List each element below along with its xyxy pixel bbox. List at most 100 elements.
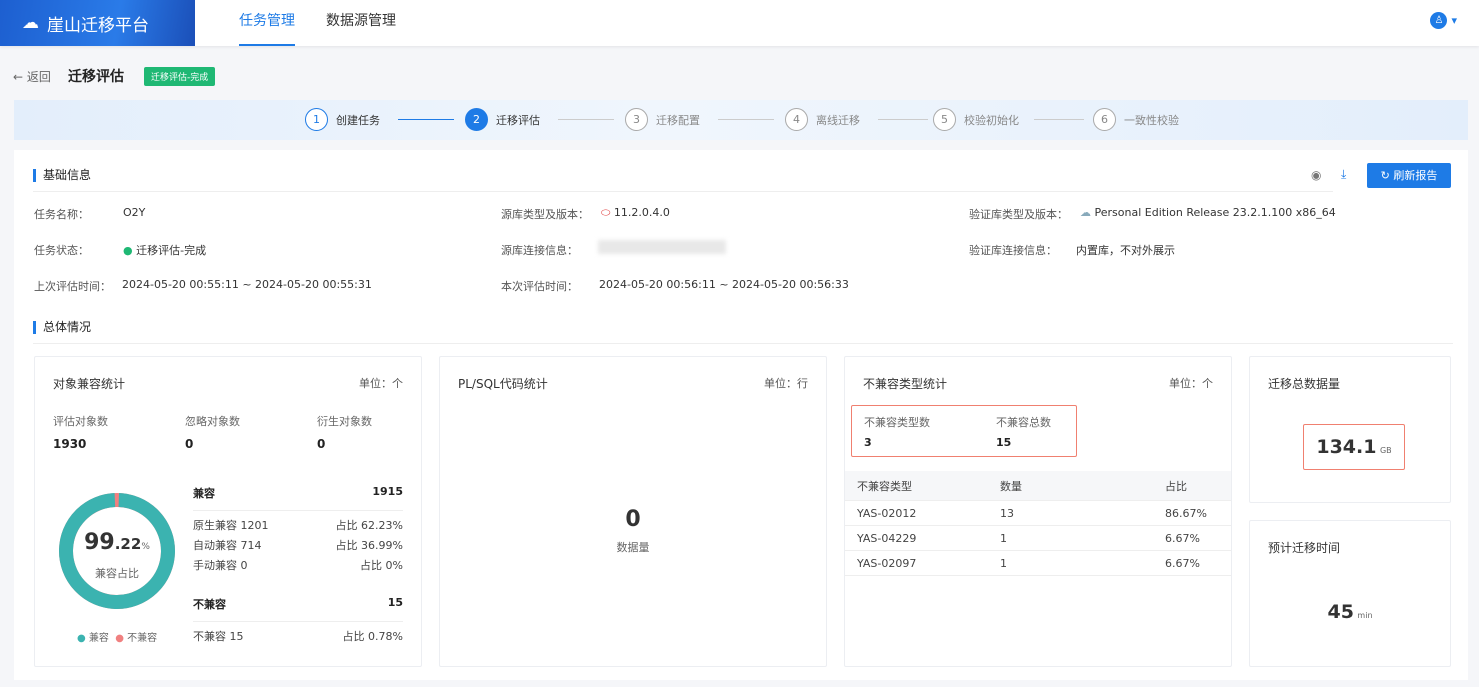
row-value: 占比 36.99% — [335, 539, 403, 552]
status-badge: 迁移评估-完成 — [144, 67, 216, 86]
row-label: 手动兼容 0 — [193, 559, 248, 572]
field-label: 任务名称： — [34, 208, 89, 221]
oracle-icon: ⬭ — [601, 206, 614, 219]
step-connector — [558, 119, 614, 120]
row-value: 1915 — [372, 485, 403, 498]
unit-label: 单位：个 — [359, 377, 403, 390]
time-unit: min — [1357, 611, 1373, 620]
source-version-value: ⬭ 11.2.0.4.0 — [601, 206, 670, 219]
table-row: YAS-02097 1 6.67% — [845, 551, 1231, 576]
legend-incompat: 不兼容 — [127, 633, 158, 644]
stat-label: 不兼容类型数 — [864, 416, 930, 429]
object-compat-card: 对象兼容统计 单位：个 评估对象数 1930 忽略对象数 0 衍生对象数 0 9… — [34, 356, 422, 667]
card-title: 不兼容类型统计 — [863, 377, 948, 391]
user-menu[interactable]: ♙ ▾ — [1430, 12, 1457, 29]
step-1: 1 创建任务 — [305, 108, 380, 131]
pct-int: 99 — [84, 530, 115, 555]
field-label: 本次评估时间： — [501, 280, 578, 293]
stat-value: 3 — [864, 436, 872, 449]
divider — [33, 343, 1453, 344]
brand-logo[interactable]: ☁ 崖山迁移平台 — [0, 0, 195, 46]
field-label: 源库类型及版本： — [501, 208, 589, 221]
compat-total-row: 兼容 1915 — [193, 485, 403, 511]
card-title: 迁移总数据量 — [1268, 377, 1341, 391]
cell: YAS-02097 — [857, 556, 917, 570]
card-title: PL/SQL代码统计 — [458, 377, 548, 391]
task-status-value: ● 迁移评估-完成 — [123, 244, 207, 257]
cell: 1 — [1000, 556, 1007, 570]
field-label: 验证库类型及版本： — [969, 208, 1068, 221]
row-label: 不兼容 15 — [193, 630, 244, 643]
caret-down-icon: ▾ — [1451, 14, 1457, 27]
pct-unit: % — [141, 542, 150, 552]
source-connection-value-blurred — [598, 240, 726, 254]
stat-label: 衍生对象数 — [317, 415, 372, 428]
step-bar: 1 创建任务 2 迁移评估 3 迁移配置 4 离线迁移 5 校验初始化 6 一致性校验 — [14, 100, 1468, 140]
refresh-icon: ↻ — [1380, 169, 1394, 182]
row-label: 自动兼容 714 — [193, 539, 262, 552]
stat-value: 1930 — [53, 437, 87, 451]
page-title: 迁移评估 — [68, 69, 124, 85]
card-title: 对象兼容统计 — [53, 377, 126, 391]
row-label: 兼容 — [193, 487, 215, 500]
plsql-card: PL/SQL代码统计 单位：行 0 数据量 — [439, 356, 827, 667]
back-link[interactable]: ← 返回 — [13, 68, 51, 85]
field-label: 验证库连接信息： — [969, 244, 1057, 257]
pct-dec: .22 — [114, 535, 142, 553]
size-unit: GB — [1379, 446, 1392, 455]
download-icon[interactable]: ⤓ — [1341, 167, 1346, 182]
row-value: 占比 0.78% — [342, 630, 403, 643]
unit-label: 单位：行 — [764, 377, 808, 390]
col-header: 占比 — [1165, 479, 1187, 493]
size-number: 134.1 — [1316, 436, 1377, 458]
step-connector — [718, 119, 774, 120]
legend-dot-incompat: ● — [115, 633, 128, 644]
row-value: 15 — [387, 596, 403, 609]
legend-compat: 兼容 — [88, 633, 109, 644]
incompat-type-card: 不兼容类型统计 单位：个 不兼容类型数 3 不兼容总数 15 不兼容类型 数量 占比… — [844, 356, 1232, 667]
step-connector — [398, 119, 454, 120]
donut-center-value: 99.22% — [57, 530, 177, 555]
refresh-report-button[interactable]: ↻ 刷新报告 — [1367, 163, 1451, 188]
step-4: 4 离线迁移 — [785, 108, 860, 131]
step-6: 6 一致性校验 — [1093, 108, 1179, 131]
nav-datasource-management[interactable]: 数据源管理 — [326, 0, 396, 46]
eye-icon[interactable]: ◉ — [1311, 168, 1321, 182]
cell: 13 — [1000, 506, 1014, 520]
time-number: 45 — [1327, 601, 1354, 623]
table-row: YAS-04229 1 6.67% — [845, 526, 1231, 551]
migration-time-value: 45 min — [1250, 601, 1450, 623]
cell: 6.67% — [1165, 531, 1200, 545]
current-eval-time: 2024-05-20 00:56:11 ~ 2024-05-20 00:56:3… — [599, 278, 849, 291]
compat-row: 自动兼容 714 占比 36.99% — [193, 537, 403, 553]
step-3: 3 迁移配置 — [625, 108, 700, 131]
incompat-summary-box: 不兼容类型数 3 不兼容总数 15 — [851, 405, 1077, 457]
cell: YAS-02012 — [857, 506, 917, 520]
incompat-table: 不兼容类型 数量 占比 YAS-02012 13 86.67% YAS-04229 1 6.… — [845, 471, 1231, 576]
card-title: 预计迁移时间 — [1268, 541, 1341, 555]
verify-version-value: ☁ Personal Edition Release 23.2.1.100 x8… — [1080, 206, 1336, 219]
divider — [33, 191, 1333, 192]
incompat-row: 不兼容 15 占比 0.78% — [193, 628, 403, 644]
field-label: 源库连接信息： — [501, 244, 578, 257]
step-connector — [1034, 119, 1084, 120]
nav-task-management[interactable]: 任务管理 — [239, 0, 295, 46]
cell: YAS-04229 — [857, 531, 917, 545]
cell: 6.67% — [1165, 556, 1200, 570]
check-circle-icon: ● — [123, 244, 137, 257]
plsql-value: 0 — [625, 507, 641, 532]
migration-time-card: 预计迁移时间 45 min — [1249, 520, 1451, 667]
table-header: 不兼容类型 数量 占比 — [845, 471, 1231, 501]
row-value: 占比 0% — [360, 559, 403, 572]
compat-row: 手动兼容 0 占比 0% — [193, 557, 403, 573]
row-label: 原生兼容 1201 — [193, 519, 269, 532]
row-label: 不兼容 — [193, 598, 226, 611]
last-eval-time: 2024-05-20 00:55:11 ~ 2024-05-20 00:55:3… — [122, 278, 372, 291]
cloud-icon: ☁ — [22, 13, 39, 33]
data-size-value: 134.1 GB — [1303, 424, 1405, 470]
legend-dot-compat: ● — [77, 633, 89, 644]
stat-label: 忽略对象数 — [185, 415, 240, 428]
plsql-label: 数据量 — [616, 541, 650, 554]
section-title-basic: 基础信息 — [33, 169, 91, 182]
user-icon: ♙ — [1430, 12, 1448, 29]
